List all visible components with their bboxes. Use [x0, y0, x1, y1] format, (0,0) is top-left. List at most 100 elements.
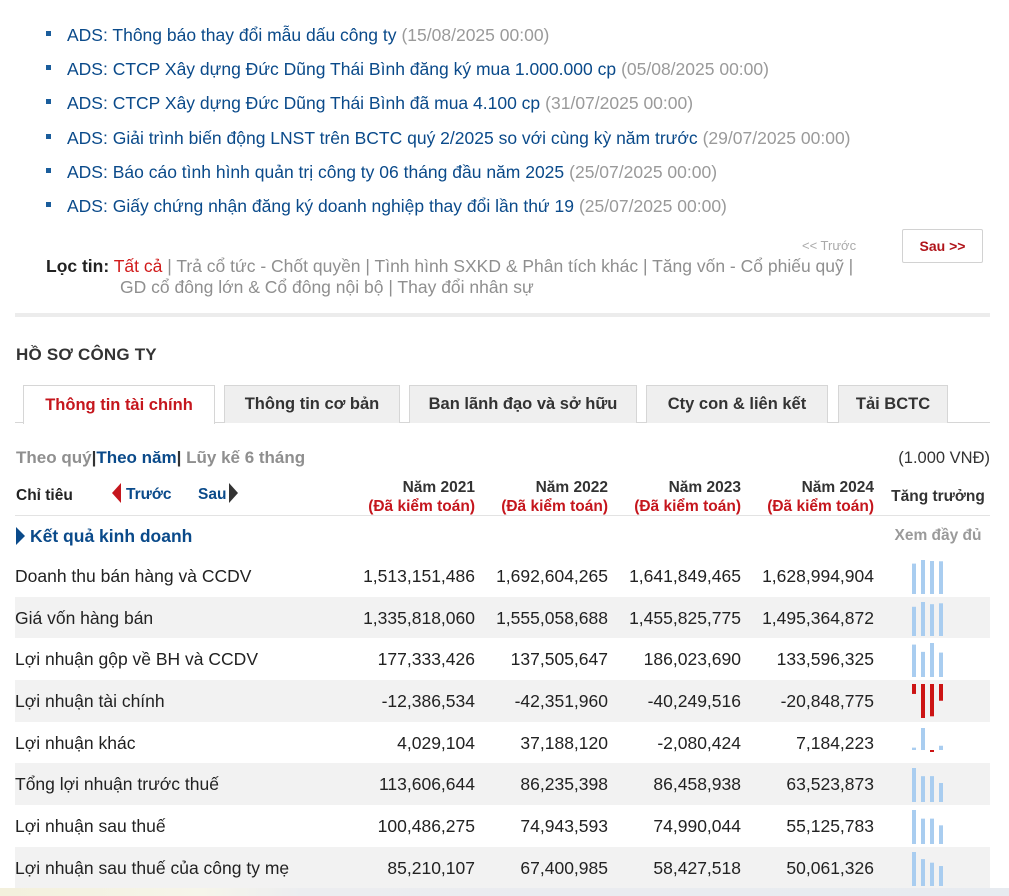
- growth-bar: [939, 561, 943, 594]
- tab-management[interactable]: Ban lãnh đạo và sở hữu: [409, 385, 637, 423]
- row-value: 86,235,398: [520, 774, 608, 795]
- filter-all[interactable]: Tất cả: [114, 256, 163, 276]
- news-link[interactable]: ADS: CTCP Xây dựng Đức Dũng Thái Bình đã…: [67, 93, 540, 114]
- bullet-icon: [46, 202, 51, 208]
- expand-triangle-icon[interactable]: [16, 527, 25, 545]
- column-year: Năm 2021: [402, 479, 475, 496]
- growth-bar: [930, 643, 934, 678]
- bottom-strip: [0, 888, 1009, 896]
- growth-bar: [930, 776, 934, 803]
- growth-bar: [939, 684, 943, 701]
- next-period-button[interactable]: Sau: [198, 483, 239, 504]
- period-separator: |: [176, 448, 182, 467]
- growth-bar: [921, 684, 925, 719]
- table-row: Lợi nhuận gộp về BH và CCDV 177,333,426 …: [15, 638, 990, 680]
- filter-separator: |: [365, 256, 370, 276]
- view-full-link[interactable]: Xem đầy đủ: [885, 527, 991, 545]
- growth-bar: [921, 727, 925, 750]
- news-item: ADS: Giấy chứng nhận đăng ký doanh nghiệ…: [46, 189, 996, 223]
- growth-bar: [921, 776, 925, 803]
- news-item: ADS: Thông báo thay đổi mẫu dấu công ty …: [46, 18, 996, 52]
- bullet-icon: [46, 99, 51, 105]
- table-row: Lợi nhuận sau thuế của công ty mẹ 85,210…: [15, 846, 990, 889]
- row-value: 1,641,849,465: [629, 566, 741, 586]
- growth-sparkline: [912, 560, 943, 594]
- row-value: 186,023,690: [643, 649, 741, 670]
- growth-sparkline: [912, 601, 943, 636]
- row-value: -2,080,424: [657, 732, 741, 753]
- growth-bar: [939, 783, 943, 803]
- row-value: 85,210,107: [387, 857, 475, 878]
- news-link[interactable]: ADS: Giấy chứng nhận đăng ký doanh nghiệ…: [67, 196, 574, 217]
- news-link[interactable]: ADS: Thông báo thay đổi mẫu dấu công ty: [67, 25, 396, 46]
- filter-capital[interactable]: Tăng vốn - Cổ phiếu quỹ: [652, 256, 844, 276]
- tab-download-reports[interactable]: Tải BCTC: [838, 385, 948, 423]
- row-value: 1,555,058,688: [496, 607, 608, 628]
- tab-financial-info[interactable]: Thông tin tài chính: [23, 385, 215, 424]
- news-link[interactable]: ADS: Giải trình biến động LNST trên BCTC…: [67, 128, 698, 149]
- column-header: Năm 2021 (Đã kiểm toán): [342, 478, 475, 516]
- column-header: Năm 2024 (Đã kiểm toán): [741, 478, 874, 516]
- growth-bar: [930, 862, 934, 886]
- growth-bar: [912, 563, 916, 594]
- filter-personnel[interactable]: Thay đổi nhân sự: [397, 277, 533, 297]
- table-row: Giá vốn hàng bán 1,335,818,060 1,555,058…: [15, 596, 990, 639]
- profile-tabs: Thông tin tài chính Thông tin cơ bản Ban…: [15, 385, 990, 424]
- growth-bar: [921, 560, 925, 594]
- row-value: 113,606,644: [378, 774, 475, 795]
- group-label[interactable]: Kết quả kinh doanh: [30, 526, 192, 547]
- row-label: Lợi nhuận tài chính: [15, 691, 165, 712]
- table-row: Doanh thu bán hàng và CCDV 1,513,151,486…: [15, 555, 990, 597]
- growth-bar: [939, 865, 943, 886]
- filter-shareholders[interactable]: GD cổ đông lớn & Cổ đông nội bộ: [120, 277, 383, 297]
- tab-subsidiaries[interactable]: Cty con & liên kết: [646, 385, 828, 423]
- column-audit: (Đã kiểm toán): [767, 498, 874, 515]
- growth-bar: [930, 684, 934, 717]
- pager-prev-link[interactable]: << Trước: [802, 238, 856, 253]
- filter-business[interactable]: Tình hình SXKD & Phân tích khác: [375, 256, 639, 276]
- row-value: -12,386,534: [381, 691, 475, 712]
- growth-sparkline: [912, 643, 943, 678]
- bullet-icon: [46, 30, 51, 36]
- pager-next-button[interactable]: Sau >>: [902, 229, 983, 263]
- news-date: (05/08/2025 00:00): [621, 58, 769, 79]
- news-date: (25/07/2025 00:00): [578, 196, 727, 217]
- news-link[interactable]: ADS: Báo cáo tình hình quản trị công ty …: [67, 162, 564, 183]
- growth-bar: [912, 606, 916, 636]
- row-value: 67,400,985: [520, 857, 608, 878]
- filter-separator: |: [848, 256, 854, 276]
- filter-label: Lọc tin: [46, 256, 104, 276]
- row-label: Giá vốn hàng bán: [15, 607, 154, 628]
- row-label: Tổng lợi nhuận trước thuế: [15, 774, 219, 795]
- growth-bar: [912, 851, 916, 886]
- row-value: 7,184,223: [796, 732, 874, 753]
- row-value: 86,458,938: [653, 774, 741, 795]
- news-item: ADS: CTCP Xây dựng Đức Dũng Thái Bình đã…: [46, 87, 996, 121]
- row-value: 177,333,426: [377, 649, 475, 670]
- row-value: 37,188,120: [520, 732, 608, 753]
- tab-basic-info[interactable]: Thông tin cơ bản: [224, 385, 400, 423]
- period-year[interactable]: Theo năm: [96, 448, 176, 467]
- period-ytd[interactable]: Lũy kế 6 tháng: [186, 448, 305, 467]
- column-header: Năm 2023 (Đã kiểm toán): [608, 478, 741, 516]
- row-value: 50,061,326: [786, 857, 874, 878]
- news-date: (29/07/2025 00:00): [702, 127, 851, 148]
- row-label: Lợi nhuận gộp về BH và CCDV: [15, 649, 258, 670]
- growth-bar: [921, 652, 925, 678]
- column-year: Năm 2024: [801, 479, 874, 496]
- news-link[interactable]: ADS: CTCP Xây dựng Đức Dũng Thái Bình đă…: [67, 59, 616, 80]
- row-value: 133,596,325: [776, 649, 874, 670]
- news-item: ADS: Giải trình biến động LNST trên BCTC…: [46, 121, 996, 155]
- row-value: 58,427,518: [653, 857, 741, 878]
- row-label: Lợi nhuận sau thuế của công ty mẹ: [15, 857, 290, 878]
- row-label: Lợi nhuận khác: [15, 732, 136, 753]
- bullet-icon: [46, 167, 51, 173]
- growth-sparkline: [912, 684, 943, 719]
- filter-dividend[interactable]: Trả cổ tức - Chốt quyền: [176, 256, 360, 276]
- bullet-icon: [46, 64, 51, 70]
- growth-sparkline: [912, 768, 943, 803]
- period-quarter[interactable]: Theo quý: [16, 448, 92, 467]
- growth-header: Tăng trưởng: [891, 488, 985, 505]
- prev-period-button[interactable]: Trước: [112, 483, 172, 504]
- growth-sparkline: [912, 727, 943, 752]
